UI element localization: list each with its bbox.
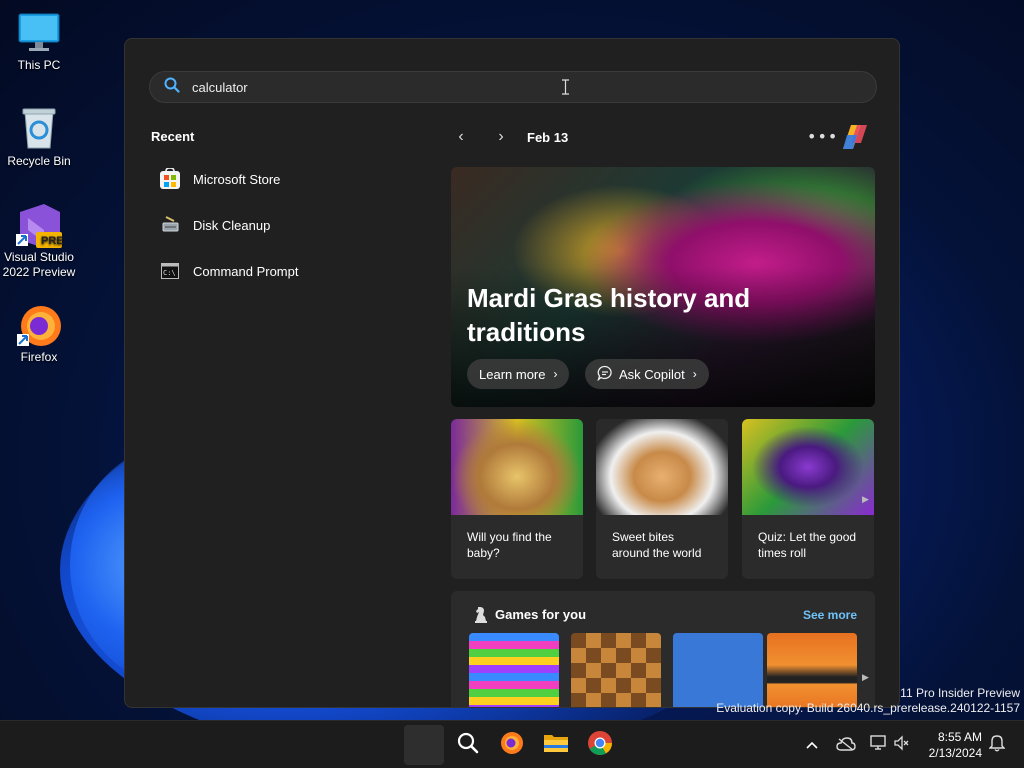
learn-more-button[interactable]: Learn more › (467, 359, 570, 389)
game-tile-image (469, 633, 559, 707)
search-box[interactable]: calculator (149, 71, 877, 103)
hero-card[interactable]: Mardi Gras history and traditions Learn … (451, 167, 875, 407)
more-options-button[interactable]: ••• (807, 127, 838, 146)
recent-item-label: Command Prompt (193, 263, 299, 279)
copilot-icon[interactable] (839, 121, 871, 153)
preview-badge: PRE (41, 235, 64, 247)
network-icon[interactable] (870, 735, 888, 755)
search-icon (456, 731, 480, 759)
watermark-line: 11 Pro Insider Preview (900, 686, 1020, 700)
story-card[interactable]: Sweet bites around the world (596, 419, 728, 579)
games-heading: Games for you (495, 607, 587, 622)
desktop-icon-label: Firefox (20, 350, 58, 364)
game-tile-image (673, 633, 763, 707)
game-tile[interactable] (767, 633, 857, 707)
firefox-icon (17, 302, 61, 346)
see-more-link[interactable]: See more (803, 608, 857, 622)
desktop-icon-label: Visual Studio 2022 Preview (2, 250, 76, 279)
desktop-icon-label: This PC (17, 58, 61, 72)
clock[interactable]: 8:55 AM 2/13/2024 (929, 729, 982, 761)
clock-date: 2/13/2024 (928, 746, 982, 760)
chevron-left-icon[interactable]: ‹ (451, 127, 471, 147)
search-icon (164, 77, 180, 97)
mardi-gras-mask-image (742, 419, 874, 515)
recent-item-label: Microsoft Store (193, 171, 281, 187)
start-menu: calculator Recent Microsoft Store Disk C… (124, 38, 900, 708)
game-tile[interactable] (673, 633, 763, 707)
taskbar: 8:55 AM 2/13/2024 (0, 720, 1024, 768)
card-caption: Sweet bites around the world (612, 530, 702, 560)
chevron-right-icon: › (553, 367, 558, 381)
desktop-icon-firefox[interactable]: Firefox (0, 302, 78, 364)
system-tray (804, 721, 910, 768)
story-card[interactable]: Will you find the baby? (451, 419, 583, 579)
clock-time: 8:55 AM (937, 730, 982, 744)
onedrive-offline-icon[interactable] (836, 736, 856, 755)
watermark-line: Evaluation copy. Build 26040.rs_prerelea… (716, 701, 1020, 715)
cmd-icon: C:\ (159, 260, 181, 282)
monitor-icon (17, 10, 61, 54)
search-input[interactable]: calculator (192, 80, 248, 95)
desktop-icon-recycle-bin[interactable]: Recycle Bin (0, 106, 78, 168)
disk-cleanup-icon (159, 214, 181, 236)
story-card[interactable]: Quiz: Let the good times roll (742, 419, 874, 579)
game-tile[interactable] (469, 633, 559, 707)
visual-studio-icon: PRE (16, 202, 64, 248)
learn-more-label: Learn more (479, 366, 546, 382)
notifications-button[interactable] (984, 725, 1010, 765)
firefox-taskbar-button[interactable] (492, 725, 532, 765)
chevron-up-icon[interactable] (804, 741, 820, 749)
start-button[interactable] (404, 725, 444, 765)
recent-item-command-prompt[interactable]: C:\ Command Prompt (151, 253, 411, 289)
scroll-right-icon[interactable]: ▶ (862, 673, 869, 683)
recent-item-microsoft-store[interactable]: Microsoft Store (151, 161, 411, 197)
folder-icon (543, 732, 569, 758)
svg-text:C:\: C:\ (163, 269, 176, 277)
file-explorer-taskbar-button[interactable] (536, 725, 576, 765)
scroll-right-icon[interactable]: ▶ (862, 495, 869, 505)
chevron-right-icon[interactable]: › (491, 127, 511, 147)
game-tile-image (767, 633, 857, 707)
chevron-right-icon: › (692, 367, 697, 381)
king-cake-image (451, 419, 583, 515)
crepes-image (596, 419, 728, 515)
firefox-icon (499, 730, 525, 760)
desktop-icon-this-pc[interactable]: This PC (0, 10, 78, 72)
recent-heading: Recent (151, 129, 195, 144)
game-tile-image (571, 633, 661, 707)
games-section: Games for you See more ▶ (451, 591, 875, 707)
card-caption: Will you find the baby? (467, 530, 552, 560)
desktop-icon-visual-studio[interactable]: PRE Visual Studio 2022 Preview (0, 202, 78, 280)
ask-copilot-label: Ask Copilot (619, 366, 685, 382)
game-tile[interactable] (571, 633, 661, 707)
hero-title: Mardi Gras history and traditions (467, 283, 751, 347)
chrome-icon (587, 730, 613, 760)
recent-item-disk-cleanup[interactable]: Disk Cleanup (151, 207, 411, 243)
chess-piece-icon (473, 605, 489, 623)
chat-bubble-icon (597, 365, 613, 384)
feed-nav: ‹ › Feb 13 (451, 125, 568, 149)
ask-copilot-button[interactable]: Ask Copilot › (585, 359, 709, 389)
desktop-icon-label: Recycle Bin (7, 154, 71, 168)
bell-icon (988, 734, 1006, 756)
chrome-taskbar-button[interactable] (580, 725, 620, 765)
store-icon (159, 168, 181, 190)
search-taskbar-button[interactable] (448, 725, 488, 765)
volume-muted-icon[interactable] (894, 735, 910, 755)
card-caption: Quiz: Let the good times roll (758, 530, 857, 560)
text-cursor-icon (561, 79, 570, 95)
feed-date: Feb 13 (527, 129, 569, 145)
recycle-bin-icon (17, 106, 61, 150)
recent-item-label: Disk Cleanup (193, 217, 271, 233)
